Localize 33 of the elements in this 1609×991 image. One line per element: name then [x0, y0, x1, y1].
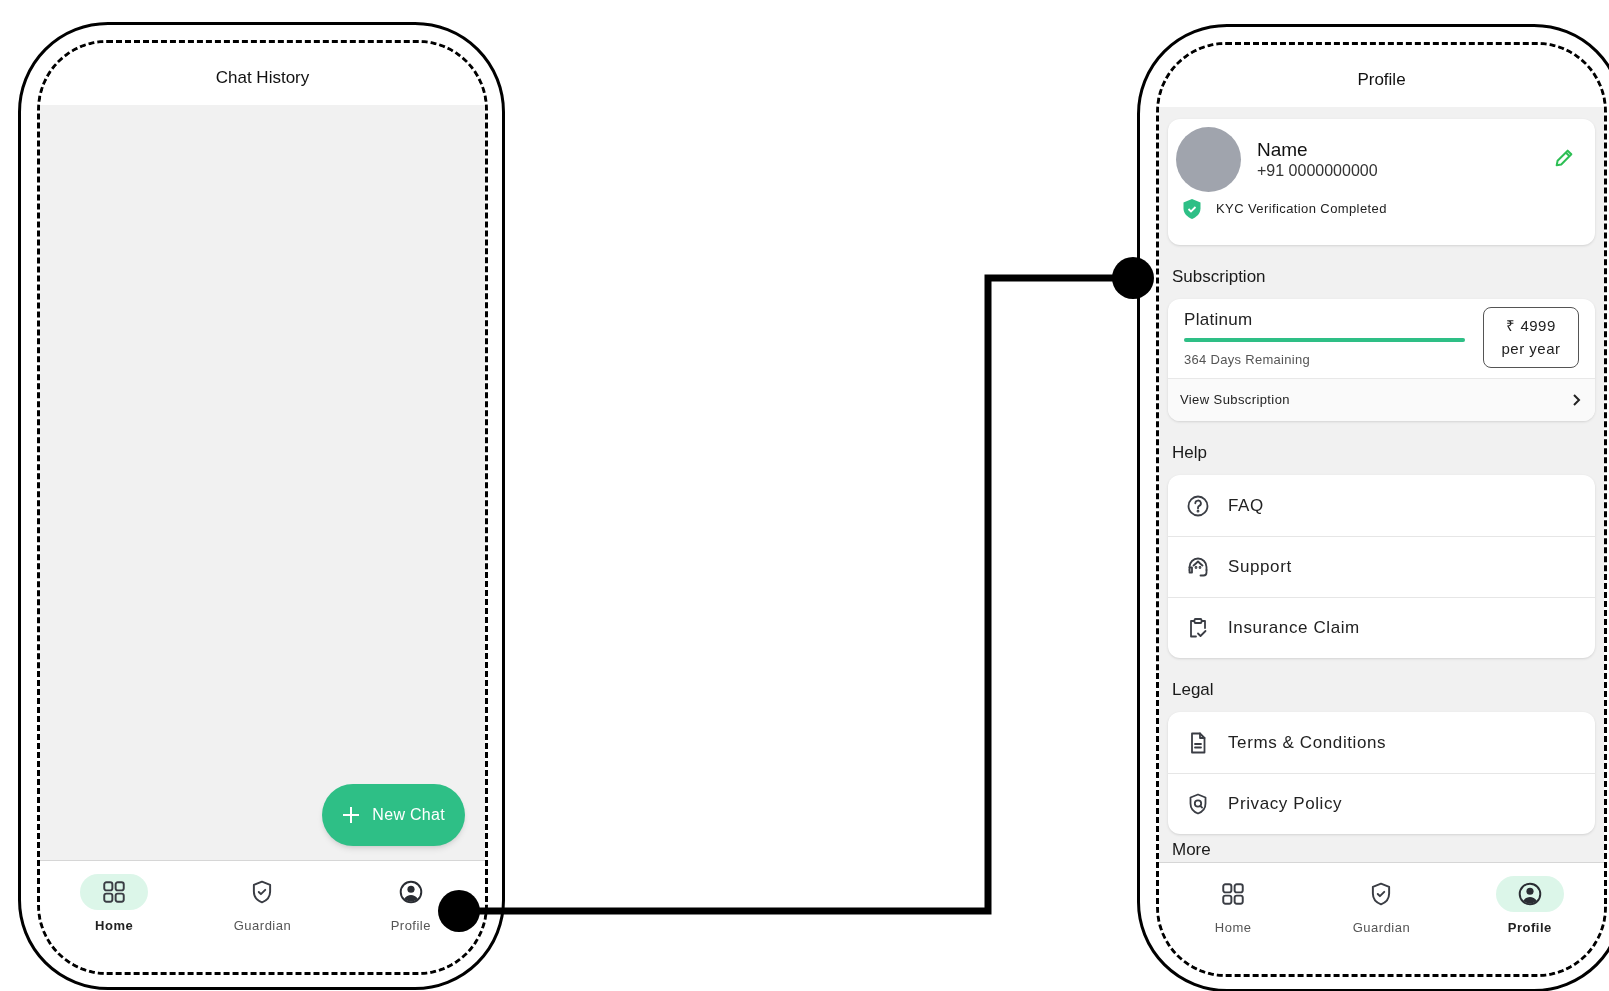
verified-shield-icon [1182, 198, 1202, 220]
menu-item[interactable]: Privacy Policy [1168, 773, 1595, 834]
section-heading: More [1171, 840, 1212, 860]
menu-item[interactable]: Terms & Conditions [1168, 712, 1595, 773]
headset-icon [1186, 555, 1210, 579]
phone-number: +91 0000000000 [1257, 160, 1378, 181]
edit-button[interactable] [1553, 147, 1575, 169]
view-subscription-link[interactable]: View Subscription [1168, 379, 1595, 421]
nav-tab[interactable]: Guardian [1347, 876, 1416, 938]
plus-icon [342, 806, 361, 824]
user-circle-icon [1516, 881, 1543, 907]
menu-item[interactable]: Insurance Claim [1168, 597, 1595, 658]
plan-name: Platinum [1184, 309, 1254, 331]
pencil-icon [1553, 147, 1575, 169]
screen-title: Chat History [215, 67, 310, 90]
nav-tab[interactable]: Home [1199, 876, 1268, 938]
user-circle-icon [397, 879, 424, 905]
section-heading: Subscription [1171, 266, 1267, 288]
section-heading: Help [1171, 442, 1208, 464]
nav-tab[interactable]: Guardian [228, 874, 297, 936]
grid-icon [101, 879, 128, 905]
user-name: Name [1257, 138, 1309, 161]
menu-item[interactable]: FAQ [1168, 475, 1595, 536]
kyc-status: KYC Verification Completed [1216, 200, 1387, 219]
billing-period: per year [1501, 338, 1561, 359]
nav-tab[interactable]: Profile [376, 874, 445, 936]
days-remaining: 364 Days Remaining [1184, 351, 1312, 369]
price: ₹ 4999 [1506, 316, 1556, 336]
question-icon [1186, 493, 1210, 518]
section-heading: Legal [1171, 679, 1215, 701]
menu-item[interactable]: Support [1168, 536, 1595, 597]
screen-title: Profile [1357, 69, 1406, 92]
grid-icon [1220, 881, 1247, 907]
